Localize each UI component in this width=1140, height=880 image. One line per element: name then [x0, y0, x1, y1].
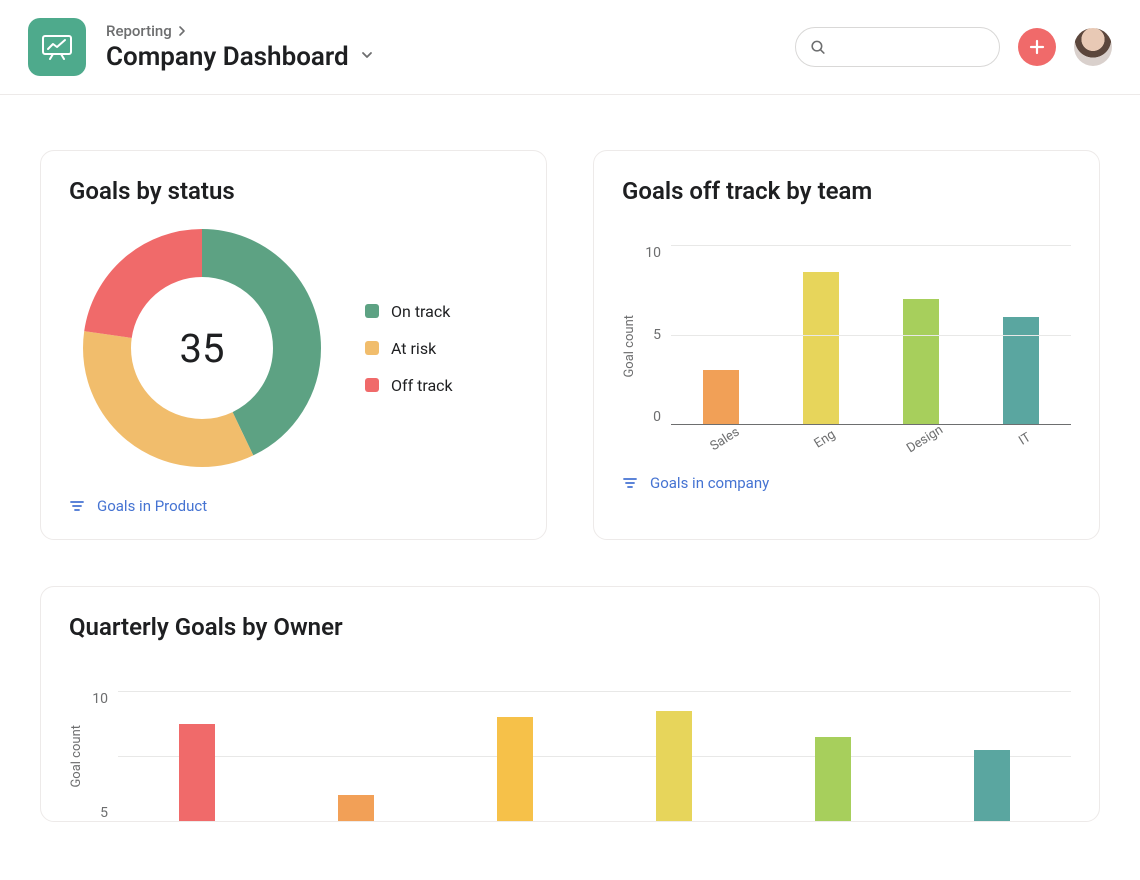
- app-icon: [28, 18, 86, 76]
- swatch-icon: [365, 378, 379, 392]
- donut-chart: 35: [79, 225, 325, 471]
- filter-label: Goals in company: [650, 474, 769, 492]
- breadcrumb-label: Reporting: [106, 22, 172, 40]
- legend-label: Off track: [391, 376, 453, 395]
- y-ticks: 10 5 0: [643, 245, 671, 425]
- card-title: Goals off track by team: [622, 177, 1071, 205]
- y-tick: 5: [90, 805, 108, 821]
- breadcrumb[interactable]: Reporting: [106, 22, 375, 40]
- card-title: Quarterly Goals by Owner: [69, 613, 1071, 641]
- bars: [671, 245, 1071, 425]
- filter-label: Goals in Product: [97, 497, 207, 515]
- bar-chart: Goal count 10 5 0 Sa: [622, 225, 1071, 448]
- avatar[interactable]: [1074, 28, 1112, 66]
- app-header: Reporting Company Dashboard: [0, 0, 1140, 95]
- bar-owner-5: [815, 737, 851, 822]
- card-goals-by-status: Goals by status 35 On track: [40, 150, 547, 540]
- search-icon: [810, 38, 826, 56]
- page-title: Company Dashboard: [106, 42, 349, 72]
- presentation-icon: [41, 34, 73, 60]
- legend: On track At risk Off track: [365, 302, 453, 395]
- y-axis-label: Goal count: [622, 315, 637, 378]
- filter-icon: [622, 475, 638, 491]
- chevron-down-icon: [359, 47, 375, 63]
- filter-icon: [69, 498, 85, 514]
- legend-label: At risk: [391, 339, 436, 358]
- plus-icon: [1028, 38, 1046, 56]
- title-dropdown[interactable]: [359, 47, 375, 67]
- plot-area: Sales Eng Design IT: [671, 245, 1071, 448]
- dashboard-content: Goals by status 35 On track: [0, 95, 1140, 822]
- chevron-right-icon: [176, 25, 188, 37]
- card-row: Goals by status 35 On track: [40, 150, 1100, 540]
- y-tick: 5: [643, 327, 661, 343]
- donut-center-value: 35: [79, 225, 325, 471]
- search-input[interactable]: [834, 39, 985, 56]
- x-labels: Sales Eng Design IT: [671, 433, 1071, 448]
- bar-sales: [703, 370, 739, 424]
- page-title-row: Company Dashboard: [106, 42, 375, 72]
- y-axis-label: Goal count: [69, 725, 84, 788]
- bar-owner-4: [656, 711, 692, 822]
- legend-label: On track: [391, 302, 450, 321]
- bar-eng: [803, 272, 839, 424]
- y-tick: 10: [90, 691, 108, 707]
- y-tick: 0: [643, 409, 661, 425]
- search-box[interactable]: [795, 27, 1000, 67]
- donut-wrap: 35 On track At risk Off track: [69, 225, 518, 471]
- title-block: Reporting Company Dashboard: [106, 22, 375, 72]
- bar-design: [903, 299, 939, 424]
- bar-owner-2: [338, 795, 374, 821]
- legend-item-off-track: Off track: [365, 376, 453, 395]
- bar-owner-6: [974, 750, 1010, 822]
- add-button[interactable]: [1018, 28, 1056, 66]
- bar-owner-1: [179, 724, 215, 822]
- owner-chart: Goal count 10 5: [69, 661, 1071, 821]
- bars: [118, 691, 1071, 821]
- legend-item-at-risk: At risk: [365, 339, 453, 358]
- legend-item-on-track: On track: [365, 302, 453, 321]
- swatch-icon: [365, 304, 379, 318]
- card-filter[interactable]: Goals in Product: [69, 497, 518, 515]
- y-ticks: 10 5: [90, 691, 118, 821]
- bar-owner-3: [497, 717, 533, 821]
- card-filter[interactable]: Goals in company: [622, 474, 1071, 492]
- swatch-icon: [365, 341, 379, 355]
- plot-area: [118, 691, 1071, 821]
- card-quarterly-goals-by-owner: Quarterly Goals by Owner Goal count 10 5: [40, 586, 1100, 822]
- bar-it: [1003, 317, 1039, 424]
- card-goals-off-track-by-team: Goals off track by team Goal count 10 5 …: [593, 150, 1100, 540]
- card-title: Goals by status: [69, 177, 518, 205]
- y-tick: 10: [643, 245, 661, 261]
